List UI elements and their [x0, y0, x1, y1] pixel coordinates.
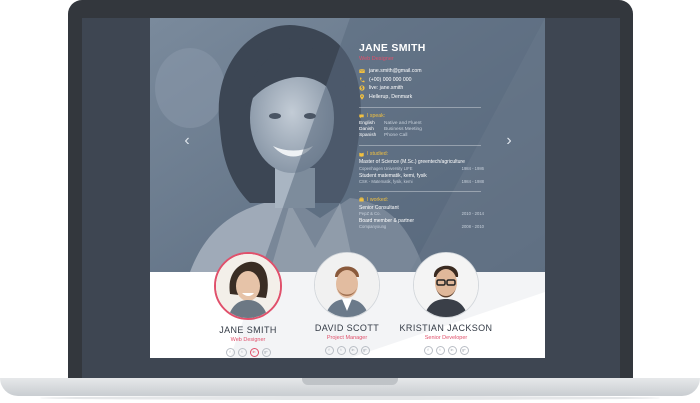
- divider: [359, 190, 481, 192]
- linkedin-icon[interactable]: in: [249, 348, 259, 357]
- facebook-icon[interactable]: f: [324, 346, 334, 355]
- education-heading: I studied:: [359, 151, 484, 157]
- avatar[interactable]: [413, 252, 479, 318]
- facebook-icon[interactable]: f: [225, 348, 235, 357]
- education-section: I studied: Master of Science (M.Sc.) gre…: [359, 151, 484, 184]
- google-plus-icon[interactable]: g+: [261, 348, 271, 357]
- google-plus-icon[interactable]: g+: [360, 346, 370, 355]
- contact-email[interactable]: jane.smith@gmail.com: [359, 67, 484, 76]
- prev-slide-arrow[interactable]: ‹: [180, 132, 194, 150]
- avatar[interactable]: [214, 252, 282, 320]
- profile-hero: ‹ › JANE SMITH Web Designer jane.smith@g…: [150, 18, 545, 272]
- language-row: Spanish Phone Call: [359, 133, 408, 139]
- education-item: Master of Science (M.Sc.) greentech/agri…: [359, 159, 484, 171]
- resume-panel: JANE SMITH Web Designer jane.smith@gmail…: [359, 42, 484, 230]
- member-role: Senior Developer: [424, 335, 468, 341]
- twitter-icon[interactable]: t: [435, 346, 445, 355]
- google-plus-icon[interactable]: g+: [459, 346, 469, 355]
- briefcase-icon: [359, 197, 364, 202]
- skype-icon: S: [359, 85, 365, 92]
- contact-skype[interactable]: S live: jane.smith: [359, 84, 484, 93]
- team-slider: ‹ › JANE SMITH Web Designer jane.smith@g…: [150, 18, 545, 358]
- languages-section: I speak: English Native and Fluent Danish…: [359, 113, 484, 139]
- social-links: f t in g+: [386, 346, 506, 355]
- contact-list: jane.smith@gmail.com (+00) 000 000 000 S…: [359, 67, 484, 101]
- profile-name: JANE SMITH: [359, 42, 426, 54]
- work-item: Board member & partner Companyoung 2008 -…: [359, 218, 484, 230]
- twitter-icon[interactable]: t: [237, 348, 247, 357]
- mail-icon: [359, 69, 365, 74]
- laptop-shadow: [40, 396, 660, 400]
- phone-icon: [359, 77, 365, 83]
- team-strip: JANE SMITH Web Designer f t in g+ DAVID …: [150, 252, 545, 358]
- speech-bubble-icon: [359, 114, 364, 119]
- next-slide-arrow[interactable]: ›: [502, 132, 516, 150]
- work-section: I worked: Senior Consultant PepZ & Co. 20…: [359, 197, 484, 230]
- laptop-notch: [302, 378, 398, 385]
- linkedin-icon[interactable]: in: [348, 346, 358, 355]
- team-member-kristian[interactable]: KRISTIAN JACKSON Senior Developer f t in…: [386, 252, 506, 355]
- phone-text: (+00) 000 000 000: [369, 76, 412, 83]
- book-icon: [359, 152, 364, 157]
- hero-diagonal-overlay: [260, 18, 545, 272]
- email-text: jane.smith@gmail.com: [369, 68, 422, 75]
- svg-text:S: S: [361, 86, 364, 91]
- laptop-screen: ‹ › JANE SMITH Web Designer jane.smith@g…: [82, 18, 620, 380]
- work-heading: I worked:: [359, 197, 484, 203]
- member-name: KRISTIAN JACKSON: [399, 323, 493, 333]
- profile-title: Web Designer: [359, 56, 394, 62]
- avatar[interactable]: [314, 252, 380, 318]
- twitter-icon[interactable]: t: [336, 346, 346, 355]
- facebook-icon[interactable]: f: [423, 346, 433, 355]
- linkedin-icon[interactable]: in: [447, 346, 457, 355]
- divider: [359, 145, 481, 147]
- skype-text: live: jane.smith: [369, 85, 404, 92]
- contact-location: Hellerup, Denmark: [359, 93, 484, 102]
- location-text: Hellerup, Denmark: [369, 94, 413, 101]
- work-item: Senior Consultant PepZ & Co. 2010 - 2014: [359, 204, 484, 216]
- languages-heading: I speak:: [359, 113, 484, 119]
- contact-phone[interactable]: (+00) 000 000 000: [359, 76, 484, 85]
- education-item: Student matematik, kemi, fysik CSK - Mat…: [359, 172, 484, 185]
- divider: [359, 107, 481, 109]
- location-pin-icon: [360, 94, 364, 100]
